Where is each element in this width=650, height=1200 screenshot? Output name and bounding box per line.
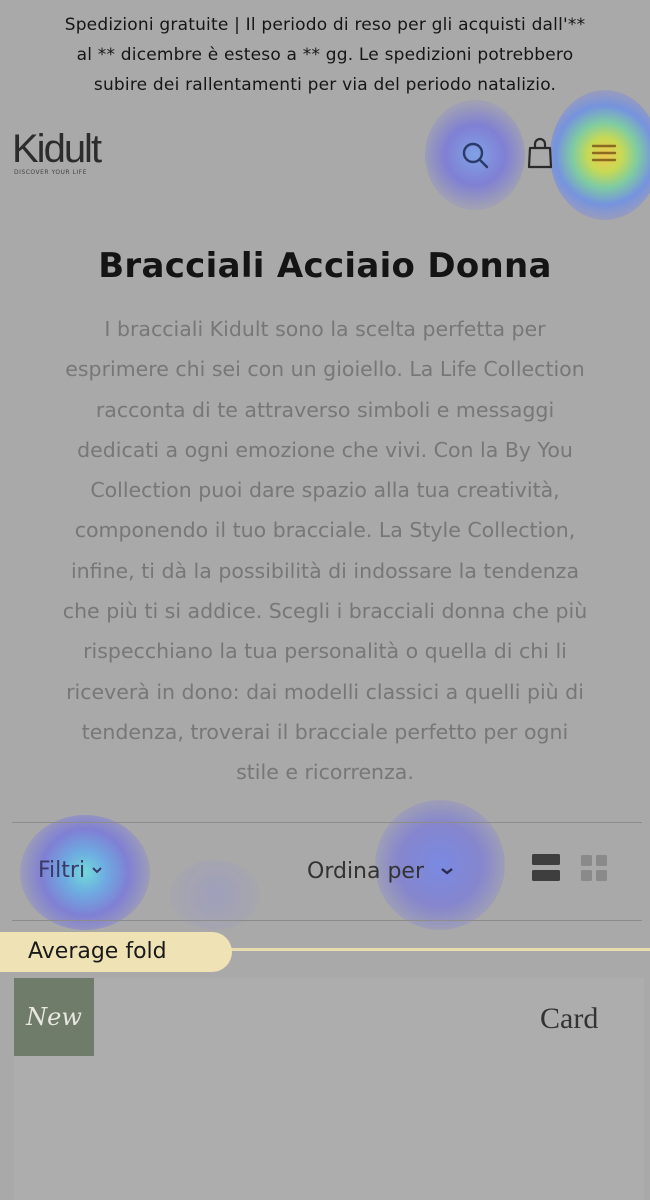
description-line: infine, ti dà la possibilità di indossar… <box>70 558 580 583</box>
sort-label: Ordina per <box>307 858 425 884</box>
description-line: che più ti si addice. Scegli i bracciali… <box>62 599 588 624</box>
new-badge: New <box>14 978 94 1056</box>
menu-button[interactable] <box>584 133 624 173</box>
average-fold-label: Average fold <box>0 932 232 972</box>
list-view-button[interactable] <box>530 852 562 884</box>
description-line: riceverà in dono: dai modelli classici a… <box>66 679 584 704</box>
description-line: tendenza, troverai il bracciale perfetto… <box>81 719 569 744</box>
card-label: Card <box>540 1002 599 1035</box>
list-view-icon <box>532 854 560 881</box>
toolbar-divider-top <box>12 822 642 823</box>
hamburger-menu-icon <box>591 144 617 162</box>
shopping-bag-icon <box>527 137 553 169</box>
sort-dropdown[interactable]: Ordina per <box>307 853 454 889</box>
announcement-line: al ** dicembre è esteso a ** gg. Le sped… <box>76 45 574 65</box>
search-icon <box>462 142 489 169</box>
chevron-down-icon <box>92 867 102 874</box>
description-line: componendo il tuo bracciale. La Style Co… <box>74 518 576 543</box>
logo-text: Kidult <box>12 127 102 171</box>
chevron-down-icon <box>441 868 453 875</box>
cart-button[interactable] <box>520 133 560 173</box>
description-line: rispecchiano la tua personalità o quella… <box>83 639 567 664</box>
search-button[interactable] <box>455 135 495 175</box>
description-line: I bracciali Kidult sono la scelta perfet… <box>104 317 546 341</box>
description-line: esprimere chi sei con un gioiello. La Li… <box>65 357 585 382</box>
description-line: racconta di te attraverso simboli e mess… <box>95 397 555 422</box>
site-header: Kidult DISCOVER YOUR LIFE <box>0 125 650 195</box>
description-line: stile e ricorrenza. <box>236 760 414 785</box>
brand-logo[interactable]: Kidult DISCOVER YOUR LIFE <box>12 127 102 177</box>
category-description: I bracciali Kidult sono la scelta perfet… <box>18 309 632 793</box>
toolbar-divider-bottom <box>12 920 642 921</box>
grid-view-icon <box>581 855 607 881</box>
description-line: dedicati a ogni emozione che vivi. Con l… <box>77 437 573 462</box>
product-card[interactable]: New Card <box>14 978 644 1200</box>
average-fold-line <box>215 948 650 951</box>
page-title: Bracciali Acciaio Donna <box>98 246 552 286</box>
filter-label: Filtri <box>38 857 86 883</box>
filter-button[interactable]: Filtri <box>38 852 103 888</box>
grid-view-button[interactable] <box>578 852 610 884</box>
announcement-line: subire dei rallentamenti per via del per… <box>93 75 557 95</box>
announcement-line: Spedizioni gratuite | Il periodo di reso… <box>64 15 586 35</box>
announcement-bar: Spedizioni gratuite | Il periodo di reso… <box>0 10 650 100</box>
description-line: Collection puoi dare spazio alla tua cre… <box>90 478 560 503</box>
